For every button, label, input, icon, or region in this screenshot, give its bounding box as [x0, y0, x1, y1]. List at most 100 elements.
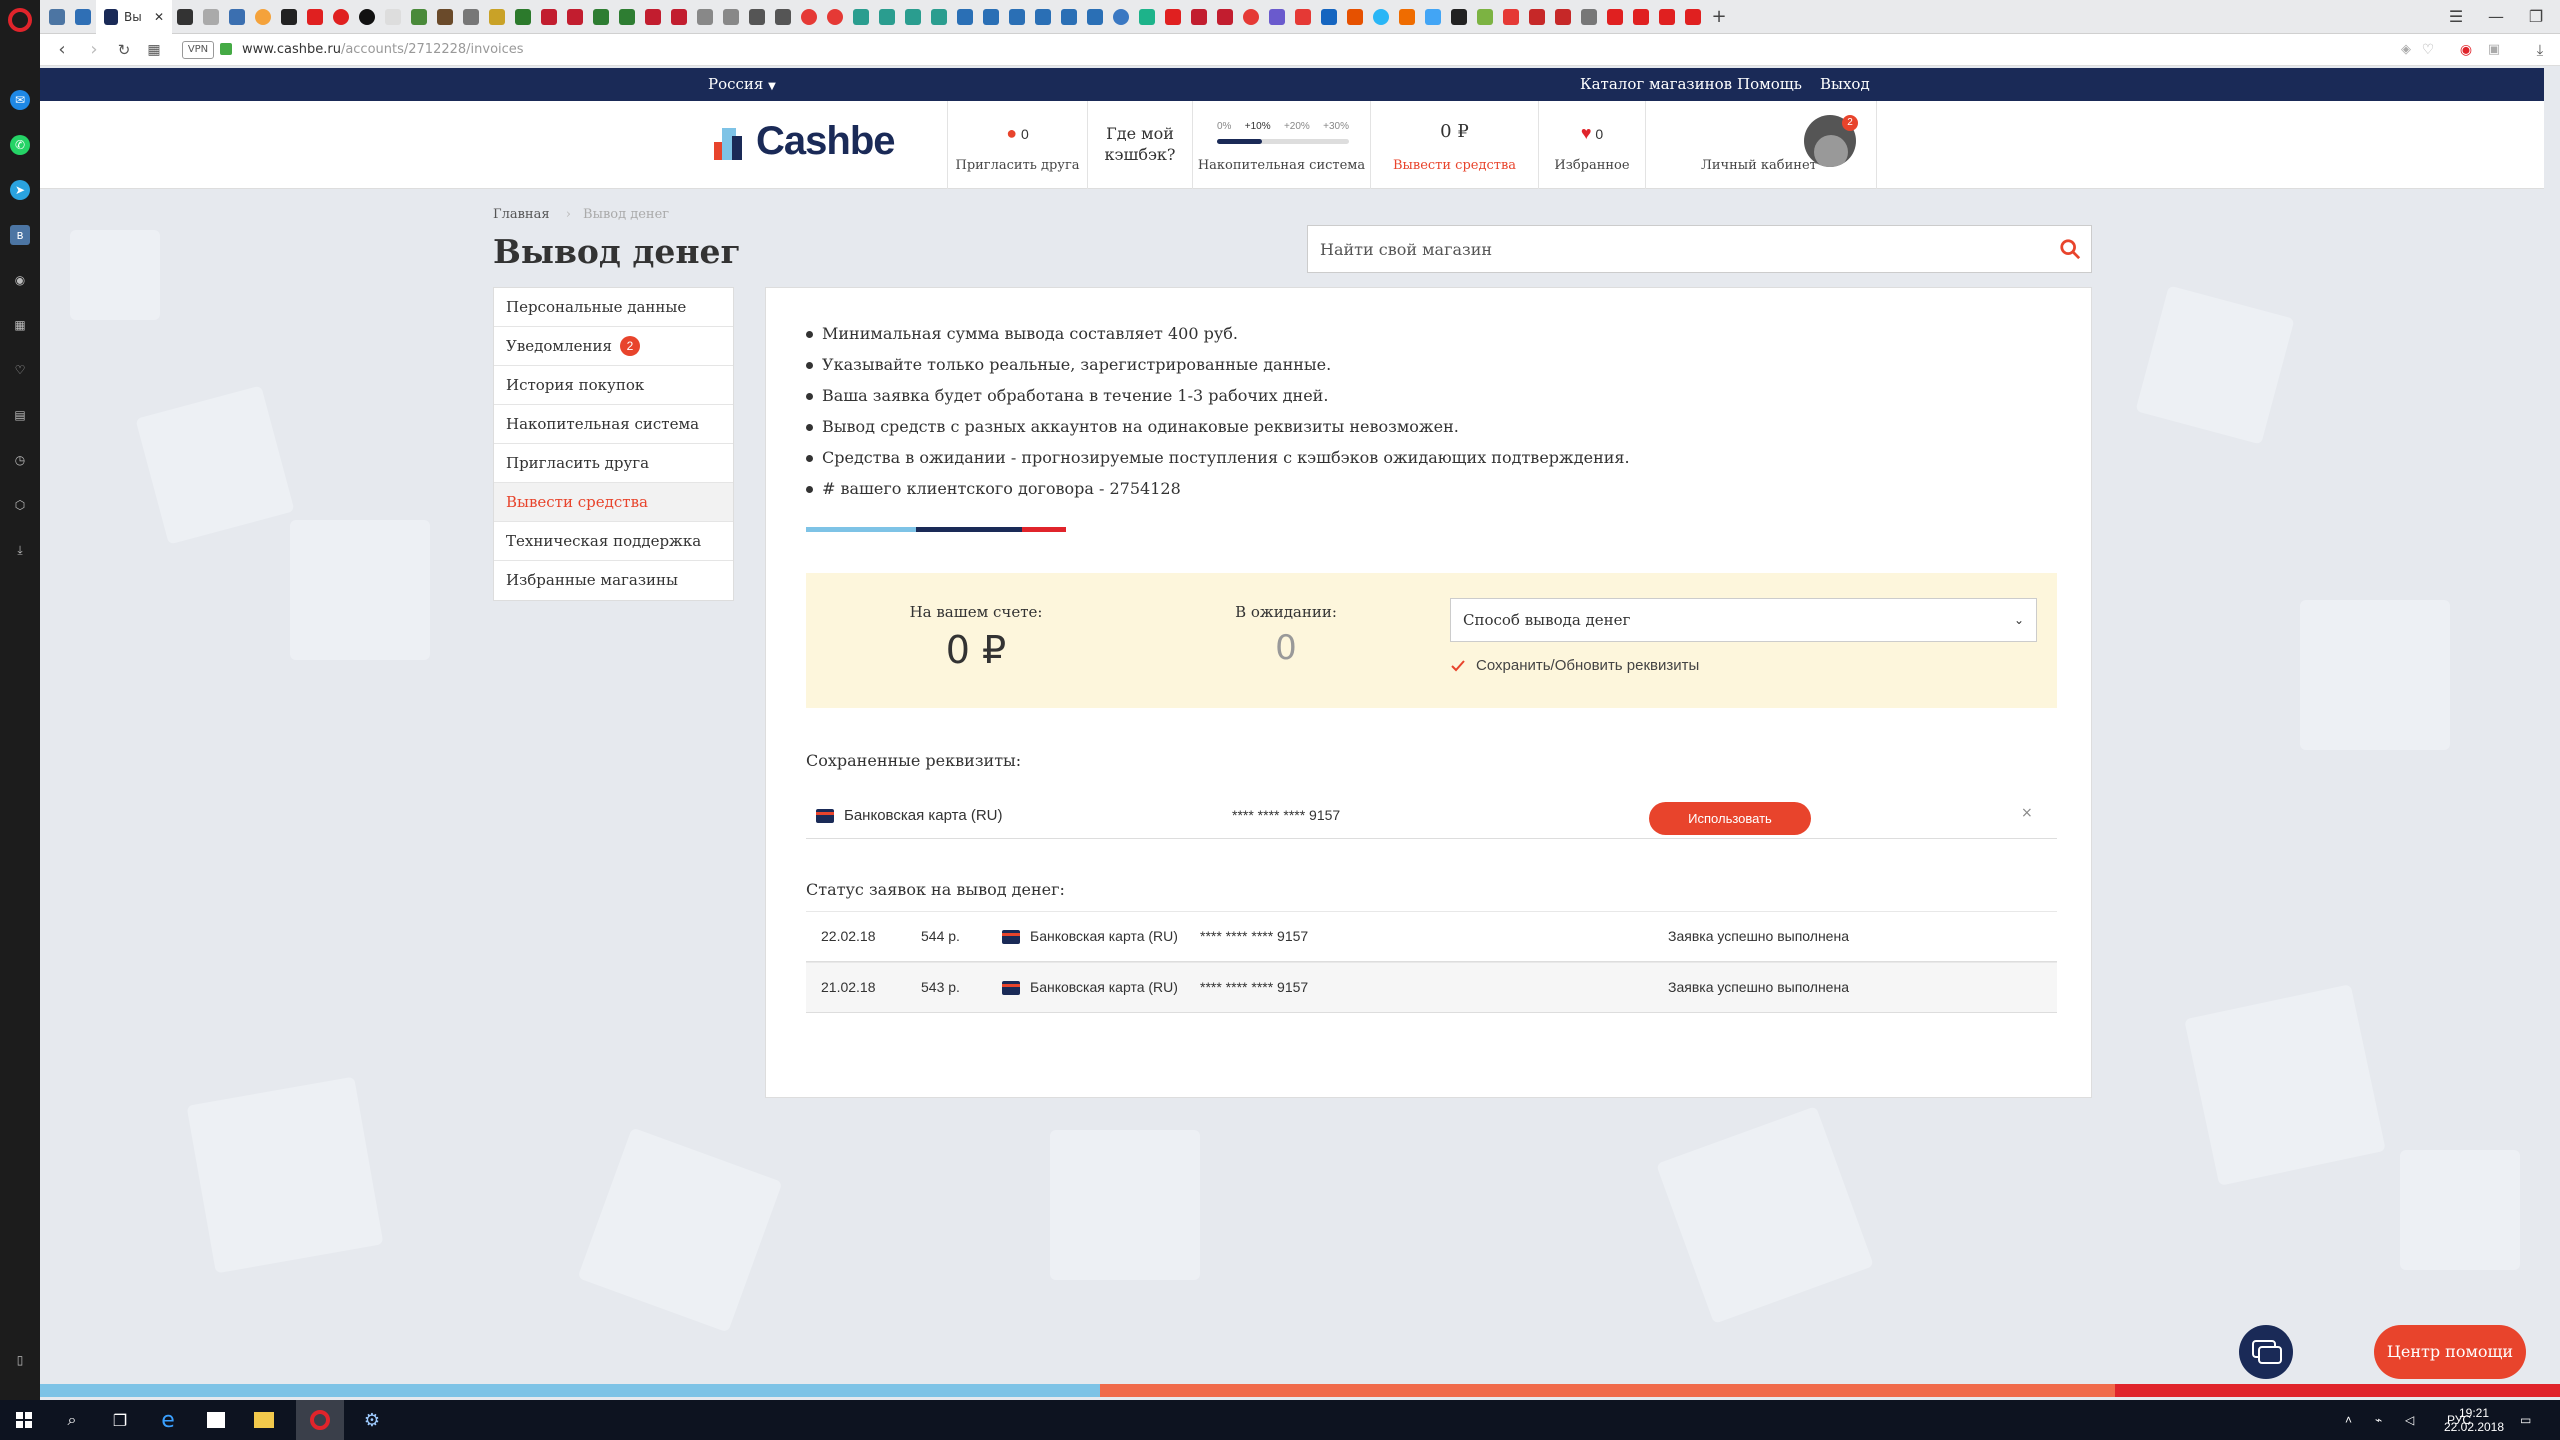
- store-icon[interactable]: [192, 1400, 240, 1440]
- tab[interactable]: [354, 0, 380, 34]
- tab[interactable]: [1030, 0, 1056, 34]
- opera-logo-icon[interactable]: [8, 8, 32, 32]
- tab-menu-icon[interactable]: ☰: [2436, 0, 2476, 34]
- tab[interactable]: [874, 0, 900, 34]
- opera-taskbar-icon[interactable]: [296, 1400, 344, 1440]
- menu-item-support[interactable]: Техническая поддержка: [494, 522, 733, 561]
- tab[interactable]: [1368, 0, 1394, 34]
- downloads-icon[interactable]: ⤓: [10, 540, 30, 560]
- url-field[interactable]: www.cashbe.ru/accounts/2712228/invoices: [242, 34, 524, 66]
- heart-icon[interactable]: ♡: [10, 360, 30, 380]
- tab[interactable]: [1394, 0, 1420, 34]
- tab[interactable]: [978, 0, 1004, 34]
- windows-start-icon[interactable]: [0, 1400, 48, 1440]
- sidebar-toggle-icon[interactable]: ▯: [10, 1350, 30, 1370]
- save-details-checkbox[interactable]: Сохранить/Обновить реквизиты: [1450, 657, 1699, 674]
- tab[interactable]: [1186, 0, 1212, 34]
- withdraw-cell[interactable]: 0 ₽ Вывести средства: [1370, 101, 1538, 189]
- tab[interactable]: [536, 0, 562, 34]
- tab[interactable]: [302, 0, 328, 34]
- reload-icon[interactable]: ↻: [110, 34, 138, 66]
- tab[interactable]: [1420, 0, 1446, 34]
- tab[interactable]: [1628, 0, 1654, 34]
- tab[interactable]: [484, 0, 510, 34]
- tab[interactable]: [614, 0, 640, 34]
- messenger-icon[interactable]: ✉: [10, 90, 30, 110]
- withdraw-method-select[interactable]: Способ вывода денег ⌄: [1450, 598, 2037, 642]
- search-icon[interactable]: [2059, 238, 2081, 260]
- menu-item-accum-system[interactable]: Накопительная система: [494, 405, 733, 444]
- tab[interactable]: [70, 0, 96, 34]
- tab[interactable]: [1082, 0, 1108, 34]
- tab[interactable]: [562, 0, 588, 34]
- task-view-icon[interactable]: ❐: [96, 1400, 144, 1440]
- help-link[interactable]: Помощь: [1737, 68, 1802, 101]
- tab[interactable]: [744, 0, 770, 34]
- tab[interactable]: [770, 0, 796, 34]
- close-tab-icon[interactable]: ✕: [154, 10, 164, 24]
- extension-icon[interactable]: ◉: [2452, 34, 2480, 66]
- tab[interactable]: [276, 0, 302, 34]
- tab[interactable]: [666, 0, 692, 34]
- tab[interactable]: [822, 0, 848, 34]
- tab[interactable]: [406, 0, 432, 34]
- edge-icon[interactable]: e: [144, 1400, 192, 1440]
- lock-icon[interactable]: [220, 43, 232, 55]
- download-icon[interactable]: ⤓: [2526, 34, 2554, 66]
- remove-icon[interactable]: ×: [2021, 805, 2033, 821]
- close-window-icon[interactable]: ✕: [2556, 0, 2560, 34]
- tab[interactable]: [1654, 0, 1680, 34]
- tab[interactable]: [1264, 0, 1290, 34]
- speed-dial-icon[interactable]: ▦: [10, 315, 30, 335]
- tab[interactable]: [1472, 0, 1498, 34]
- clock[interactable]: 19:21 22.02.2018: [2434, 1400, 2514, 1440]
- tab[interactable]: [1446, 0, 1472, 34]
- tab[interactable]: [1602, 0, 1628, 34]
- tab[interactable]: [692, 0, 718, 34]
- logout-link[interactable]: Выход: [1820, 68, 1870, 101]
- tab[interactable]: [1576, 0, 1602, 34]
- history-icon[interactable]: ◷: [10, 450, 30, 470]
- bookmark-heart-icon[interactable]: ♡: [2414, 34, 2442, 66]
- tab[interactable]: [1550, 0, 1576, 34]
- tab[interactable]: [1212, 0, 1238, 34]
- tab[interactable]: [172, 0, 198, 34]
- tab[interactable]: [328, 0, 354, 34]
- use-button[interactable]: Использовать: [1649, 802, 1811, 835]
- breadcrumb-home[interactable]: Главная: [493, 207, 550, 222]
- tab[interactable]: [510, 0, 536, 34]
- tab[interactable]: [1498, 0, 1524, 34]
- menu-item-withdraw[interactable]: Вывести средства: [494, 483, 733, 522]
- forward-icon[interactable]: ›: [80, 34, 108, 66]
- tab[interactable]: [1134, 0, 1160, 34]
- tab[interactable]: [1108, 0, 1134, 34]
- tab[interactable]: [640, 0, 666, 34]
- maximize-icon[interactable]: ❐: [2516, 0, 2556, 34]
- tab[interactable]: [926, 0, 952, 34]
- minimize-icon[interactable]: —: [2476, 0, 2516, 34]
- news-icon[interactable]: ▤: [10, 405, 30, 425]
- tab[interactable]: [1680, 0, 1706, 34]
- tab[interactable]: [44, 0, 70, 34]
- tab[interactable]: [796, 0, 822, 34]
- tab[interactable]: [1290, 0, 1316, 34]
- invite-friend-cell[interactable]: ● 0 Пригласить друга: [947, 101, 1087, 189]
- menu-item-favorite-stores[interactable]: Избранные магазины: [494, 561, 733, 600]
- search-icon[interactable]: ⌕: [48, 1400, 96, 1440]
- network-icon[interactable]: ⌁: [2375, 1400, 2382, 1440]
- tab[interactable]: [1160, 0, 1186, 34]
- favorites-cell[interactable]: ♥ 0 Избранное: [1538, 101, 1645, 189]
- menu-item-personal-data[interactable]: Персональные данные: [494, 288, 733, 327]
- tab[interactable]: [900, 0, 926, 34]
- tab[interactable]: [250, 0, 276, 34]
- account-cell[interactable]: Личный кабинет 2: [1645, 101, 1877, 189]
- volume-icon[interactable]: ◁: [2405, 1400, 2414, 1440]
- tab[interactable]: [848, 0, 874, 34]
- tab[interactable]: [588, 0, 614, 34]
- tab[interactable]: [1004, 0, 1030, 34]
- country-selector[interactable]: Россия ▼: [708, 68, 776, 103]
- tab[interactable]: [1238, 0, 1264, 34]
- menu-item-notifications[interactable]: Уведомления 2: [494, 327, 733, 366]
- tab[interactable]: [718, 0, 744, 34]
- tab[interactable]: [458, 0, 484, 34]
